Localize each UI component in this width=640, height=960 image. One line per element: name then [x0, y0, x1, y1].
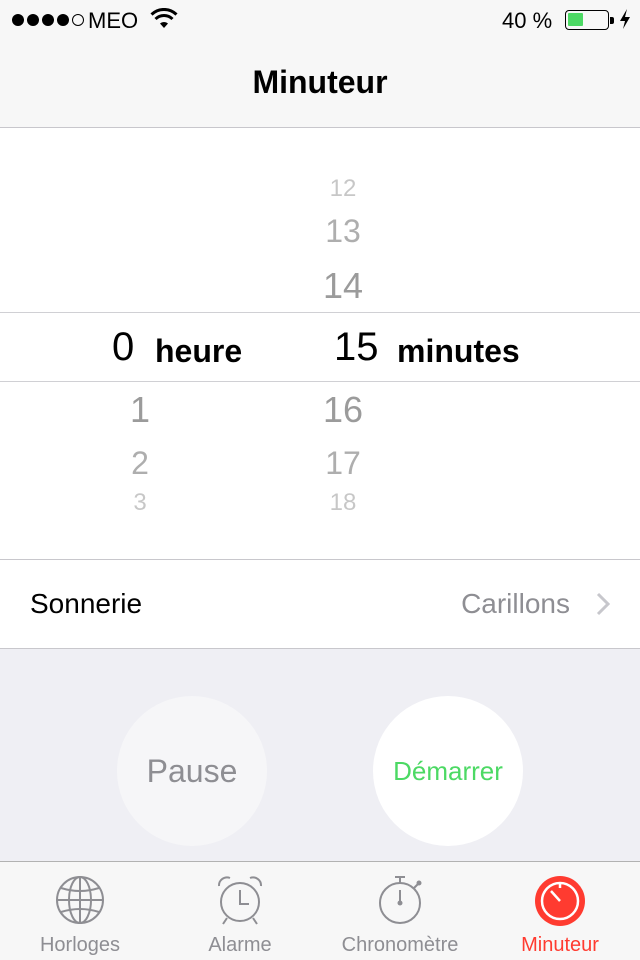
start-button-label: Démarrer	[393, 755, 503, 786]
sound-label: Sonnerie	[30, 588, 143, 619]
timer-icon	[535, 876, 585, 926]
tab-minuteur[interactable]: Minuteur	[480, 862, 640, 960]
tab-bar: Horloges Alarme Chronomètre Minuteur	[0, 861, 640, 960]
top-bar: MEO 40 % Minuteur	[0, 0, 640, 128]
stopwatch-icon	[379, 876, 422, 924]
tab-label: Alarme	[208, 934, 272, 956]
page-title: Minuteur	[252, 64, 388, 100]
hour-option[interactable]: 2	[115, 445, 165, 482]
tab-label: Horloges	[39, 934, 121, 956]
tab-alarme[interactable]: Alarme	[160, 862, 320, 960]
minute-option[interactable]: 13	[313, 213, 373, 250]
hours-selected-value[interactable]: 0	[112, 325, 134, 370]
hour-option[interactable]: 3	[118, 489, 162, 517]
wifi-icon	[150, 8, 178, 28]
start-button[interactable]: Démarrer	[373, 696, 523, 846]
chevron-right-icon	[596, 592, 610, 616]
carrier-name: MEO	[88, 8, 139, 33]
bolt-icon	[620, 9, 630, 29]
minute-option[interactable]: 17	[313, 445, 373, 482]
minutes-unit-label: minutes	[397, 333, 520, 369]
selection-bottom-line	[0, 381, 640, 382]
minute-option[interactable]: 16	[313, 389, 373, 431]
hour-option[interactable]: 1	[115, 389, 165, 431]
battery-icon	[565, 10, 614, 30]
tab-chronometre[interactable]: Chronomètre	[320, 862, 480, 960]
tab-label: Chronomètre	[341, 934, 459, 956]
minutes-selected-value[interactable]: 15	[334, 325, 379, 370]
tab-label: Minuteur	[521, 934, 599, 956]
minute-option[interactable]: 12	[318, 175, 368, 203]
time-picker[interactable]: 12 13 14 0 heure 15 minutes 1 2 3 16 17 …	[0, 129, 640, 559]
status-bar: MEO 40 %	[0, 0, 640, 40]
sound-row[interactable]: Sonnerie Carillons	[0, 560, 640, 648]
globe-icon	[56, 876, 104, 924]
alarm-clock-icon	[218, 876, 262, 925]
battery-percentage: 40 %	[502, 8, 553, 33]
tab-horloges[interactable]: Horloges	[0, 862, 160, 960]
sound-value: Carillons	[461, 588, 570, 619]
minute-option[interactable]: 14	[313, 265, 373, 307]
minute-option[interactable]: 18	[318, 489, 368, 517]
pause-button-label: Pause	[146, 752, 238, 789]
selection-top-line	[0, 312, 640, 313]
signal-strength-icon	[12, 14, 84, 26]
hours-unit-label: heure	[155, 333, 243, 369]
pause-button[interactable]: Pause	[117, 696, 267, 846]
controls-area: Pause Démarrer	[0, 648, 640, 861]
